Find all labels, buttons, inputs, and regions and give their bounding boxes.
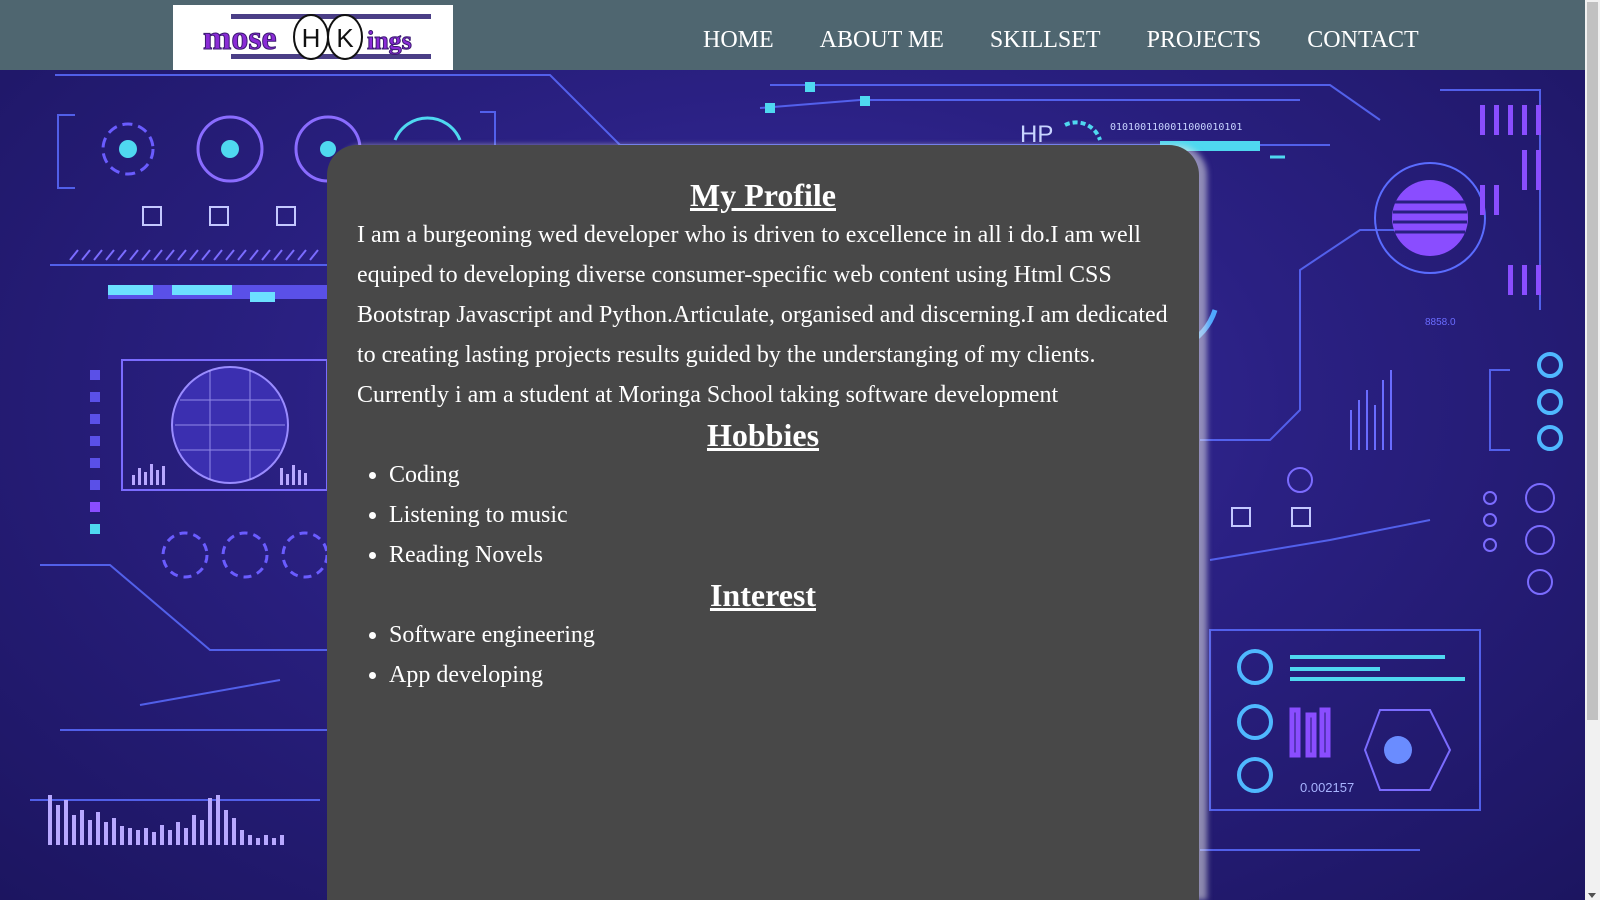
interest-item: App developing xyxy=(389,655,1169,695)
hobby-item: Coding xyxy=(389,455,1169,495)
hobby-item: Listening to music xyxy=(389,495,1169,535)
hud-binary-text: 0101001100011000010101 xyxy=(1110,122,1242,133)
hud-small-number: 8858.0 xyxy=(1425,317,1456,328)
logo-text-ings: ings xyxy=(367,26,412,55)
hud-readout: 0.002157 xyxy=(1300,780,1354,795)
hobby-item: Reading Novels xyxy=(389,535,1169,575)
profile-card: My Profile I am a burgeoning wed develop… xyxy=(327,145,1199,900)
profile-title: My Profile xyxy=(689,177,836,213)
hud-hp-label: HP xyxy=(1020,121,1053,148)
logo-letter-k: K xyxy=(336,23,354,53)
nav-link-projects[interactable]: PROJECTS xyxy=(1147,25,1262,55)
interest-item: Software engineering xyxy=(389,615,1169,655)
profile-description: I am a burgeoning wed developer who is d… xyxy=(357,222,1168,408)
nav-link-skillset[interactable]: SKILLSET xyxy=(990,25,1101,55)
logo-text-mose: mose xyxy=(203,20,277,57)
nav-link-contact[interactable]: CONTACT xyxy=(1307,25,1418,55)
nav-link-home[interactable]: HOME xyxy=(703,25,774,55)
scroll-down-arrow-icon[interactable] xyxy=(1588,893,1596,898)
logo-letter-h: H xyxy=(302,23,321,53)
hobbies-list: Coding Listening to music Reading Novels xyxy=(357,455,1169,575)
nav-link-about-me[interactable]: ABOUT ME xyxy=(820,25,944,55)
interest-list: Software engineering App developing xyxy=(357,615,1169,695)
interest-title: Interest xyxy=(709,577,817,613)
site-logo[interactable]: mose H K ings xyxy=(173,5,453,70)
nav-links: HOME ABOUT ME SKILLSET PROJECTS CONTACT xyxy=(703,25,1465,55)
page-scrollbar[interactable] xyxy=(1585,0,1600,900)
scrollbar-thumb[interactable] xyxy=(1587,2,1598,720)
hobbies-title: Hobbies xyxy=(706,417,820,453)
navbar: mose H K ings HOME ABOUT ME SKILLSET PRO… xyxy=(0,0,1585,70)
